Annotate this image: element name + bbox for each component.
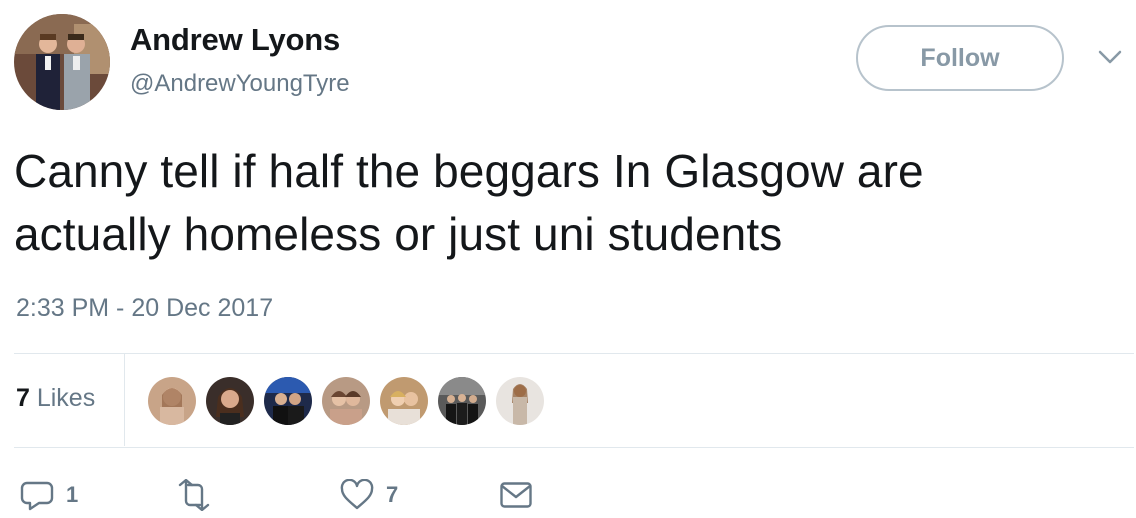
chevron-down-icon[interactable]: [1097, 48, 1123, 66]
like-count: 7: [386, 482, 399, 507]
follow-button[interactable]: Follow: [856, 25, 1064, 91]
author-name[interactable]: Andrew Lyons: [130, 22, 340, 58]
author-handle[interactable]: @AndrewYoungTyre: [130, 70, 350, 98]
liker-avatar[interactable]: [322, 377, 370, 425]
likes-count: 7: [16, 384, 30, 412]
liker-avatar[interactable]: [206, 377, 254, 425]
divider: [14, 447, 1134, 448]
divider: [124, 354, 125, 446]
heart-icon: [340, 479, 374, 510]
likes-count-link[interactable]: 7 Likes: [16, 384, 95, 413]
envelope-icon: [500, 482, 532, 508]
likes-label: Likes: [29, 384, 96, 412]
reply-count: 1: [66, 482, 79, 507]
like-button[interactable]: 7: [340, 476, 398, 514]
retweet-icon: [178, 479, 210, 511]
tweet-timestamp[interactable]: 2:33 PM - 20 Dec 2017: [16, 294, 273, 323]
liker-avatar[interactable]: [438, 377, 486, 425]
direct-message-button[interactable]: [500, 476, 532, 514]
reply-button[interactable]: 1: [20, 476, 78, 514]
reply-icon: [20, 481, 54, 511]
tweet-text-line-1: Canny tell if half the beggars In Glasgo…: [14, 145, 924, 197]
liker-avatar[interactable]: [148, 377, 196, 425]
liker-avatar[interactable]: [264, 377, 312, 425]
liker-avatar[interactable]: [496, 377, 544, 425]
tweet-text: Canny tell if half the beggars In Glasgo…: [14, 140, 1124, 266]
tweet-text-line-2: actually homeless or just uni students: [14, 208, 783, 260]
liker-avatar[interactable]: [380, 377, 428, 425]
author-avatar[interactable]: [14, 14, 110, 110]
profile-photo-icon: [14, 14, 110, 110]
retweet-button[interactable]: [174, 476, 226, 514]
divider: [14, 353, 1134, 354]
